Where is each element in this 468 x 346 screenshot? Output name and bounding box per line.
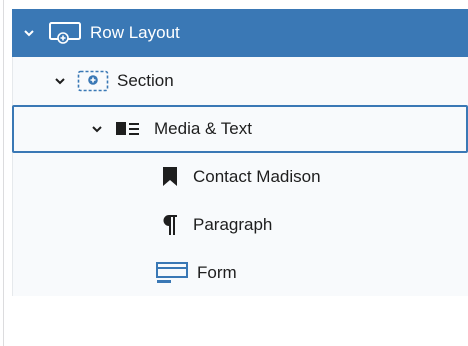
bookmark-icon	[155, 164, 185, 190]
list-item-label: Form	[197, 263, 237, 282]
chevron-down-icon[interactable]	[53, 74, 67, 88]
row-layout-icon	[48, 20, 82, 46]
section-icon	[77, 68, 109, 94]
list-item-form[interactable]: Form	[12, 249, 468, 297]
editor-left-edge	[0, 0, 4, 346]
chevron-down-icon[interactable]	[22, 26, 36, 40]
list-item-row-layout[interactable]: Row Layout	[12, 9, 468, 57]
list-item-label: Section	[117, 71, 174, 90]
list-item-label: Row Layout	[90, 23, 180, 42]
list-item-label: Media & Text	[154, 119, 252, 138]
paragraph-icon	[155, 212, 185, 238]
chevron-down-icon[interactable]	[90, 122, 104, 136]
list-item-paragraph[interactable]: Paragraph	[12, 201, 468, 249]
list-item-label: Contact Madison	[193, 167, 321, 186]
list-item-media-text[interactable]: Media & Text	[12, 105, 468, 153]
media-text-icon	[114, 116, 144, 142]
list-item-section[interactable]: Section	[12, 57, 468, 105]
form-icon	[155, 260, 189, 286]
list-item-contact-madison[interactable]: Contact Madison	[12, 153, 468, 201]
list-item-label: Paragraph	[193, 215, 273, 234]
